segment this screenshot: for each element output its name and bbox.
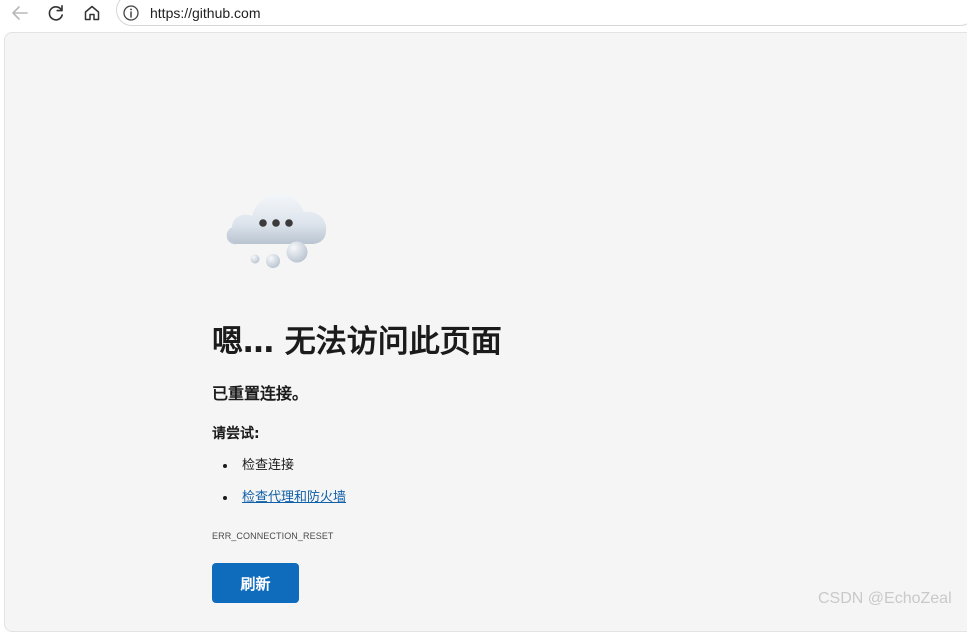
- browser-toolbar: https://github.com: [0, 0, 967, 30]
- try-label: 请尝试:: [212, 426, 260, 442]
- home-button[interactable]: [75, 0, 109, 26]
- suggestion-check-connection: 检查连接: [242, 458, 295, 473]
- home-icon: [84, 5, 100, 21]
- bullet-icon: [223, 496, 227, 500]
- list-item: 检查代理和防火墙: [212, 488, 346, 520]
- error-code: ERR_CONNECTION_RESET: [212, 531, 334, 541]
- watermark: CSDN @EchoZeal: [818, 590, 952, 607]
- info-icon[interactable]: [122, 4, 140, 22]
- refresh-button[interactable]: [39, 0, 73, 26]
- error-subtitle: 已重置连接。: [212, 384, 309, 403]
- cloud-icon: [226, 193, 327, 268]
- page-title: 嗯… 无法访问此页面: [212, 324, 502, 360]
- back-button[interactable]: [3, 0, 37, 26]
- bullet-icon: [223, 464, 227, 468]
- list-item: 检查连接: [212, 456, 346, 488]
- url-text[interactable]: https://github.com: [150, 4, 261, 22]
- check-proxy-firewall-link[interactable]: 检查代理和防火墙: [242, 490, 346, 505]
- refresh-icon: [48, 5, 63, 21]
- back-arrow-icon: [12, 6, 28, 20]
- suggestion-list: 检查连接 检查代理和防火墙: [212, 456, 346, 520]
- refresh-page-button[interactable]: 刷新: [212, 563, 299, 603]
